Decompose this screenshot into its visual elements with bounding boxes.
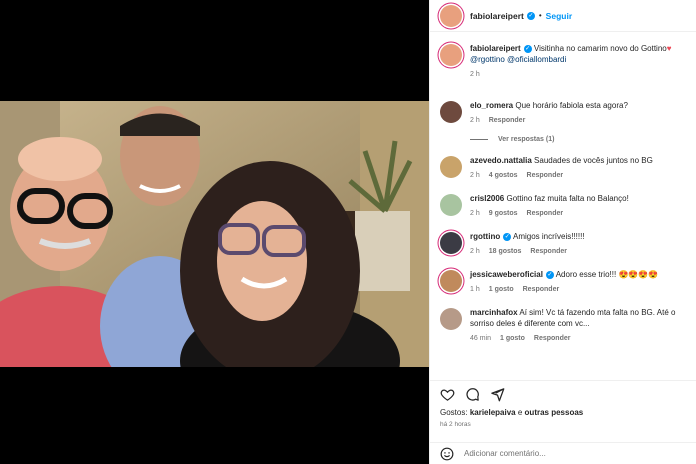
emoji-icon[interactable] bbox=[440, 447, 454, 461]
comment-likes[interactable]: 4 gostos bbox=[489, 170, 518, 181]
comment-input[interactable] bbox=[464, 449, 696, 458]
comment-item: elo_romera Que horário fabiola esta agor… bbox=[430, 80, 696, 126]
media-area bbox=[0, 0, 429, 464]
heart-icon[interactable] bbox=[440, 387, 455, 402]
verified-icon: ✓ bbox=[545, 270, 554, 279]
comment-username[interactable]: crisl2006 bbox=[470, 194, 504, 203]
view-replies-button[interactable]: Ver respostas (1) bbox=[470, 136, 696, 143]
caption-username[interactable]: fabiolareipert bbox=[470, 44, 521, 53]
reply-button[interactable]: Responder bbox=[489, 115, 526, 126]
comment-item: azevedo.nattalia Saudades de vocês junto… bbox=[430, 143, 696, 181]
heart-emoji: ♥ bbox=[666, 44, 672, 53]
comment-username[interactable]: azevedo.nattalia bbox=[470, 156, 532, 165]
view-replies-label[interactable]: Ver respostas (1) bbox=[498, 136, 554, 143]
comment-avatar[interactable] bbox=[440, 194, 462, 216]
separator-dot: • bbox=[538, 11, 542, 20]
comment-avatar[interactable] bbox=[440, 232, 462, 254]
comment-text: Que horário fabiola esta agora? bbox=[515, 101, 628, 110]
verified-icon: ✓ bbox=[526, 11, 535, 20]
post-actions bbox=[430, 380, 696, 402]
likes-others[interactable]: outras pessoas bbox=[525, 408, 584, 417]
comment-icon[interactable] bbox=[465, 387, 480, 402]
comment-likes[interactable]: 18 gostos bbox=[489, 246, 522, 257]
comment-time: 2 h bbox=[470, 117, 480, 124]
comment-avatar[interactable] bbox=[440, 308, 462, 330]
comment-item: crisl2006 Gottino faz muita falta no Bal… bbox=[430, 181, 696, 219]
comment-username[interactable]: marcinhafox bbox=[470, 308, 518, 317]
caption-mentions[interactable]: @rgottino @oficiallombardi bbox=[470, 55, 566, 64]
comment-username[interactable]: rgottino bbox=[470, 232, 500, 241]
reply-button[interactable]: Responder bbox=[534, 333, 571, 344]
comment-time: 46 min bbox=[470, 335, 492, 342]
follow-button[interactable]: Seguir bbox=[546, 11, 572, 21]
caption-text: Visitinha no camarim novo do Gottino bbox=[533, 44, 667, 53]
share-icon[interactable] bbox=[490, 387, 505, 402]
comment-avatar[interactable] bbox=[440, 270, 462, 292]
verified-icon: ✓ bbox=[523, 44, 532, 53]
comments-list[interactable]: fabiolareipert ✓ Visitinha no camarim nov… bbox=[430, 33, 696, 373]
caption-time: 2 h bbox=[470, 71, 480, 78]
comment-text: Gottino faz muita falta no Balanço! bbox=[506, 194, 629, 203]
caption: fabiolareipert ✓ Visitinha no camarim nov… bbox=[430, 33, 696, 80]
comment-username[interactable]: jessicaweberoficial bbox=[470, 270, 543, 279]
post-header: fabiolareipert ✓ • Seguir bbox=[430, 0, 696, 32]
comment-time: 2 h bbox=[470, 248, 480, 255]
likes-conj: e bbox=[517, 408, 523, 417]
comment-avatar[interactable] bbox=[440, 101, 462, 123]
comment-text: Saudades de vocês juntos no BG bbox=[534, 156, 653, 165]
likes-prefix: Gostos: bbox=[440, 408, 468, 417]
comment-text: Amigos incríveis!!!!!! bbox=[513, 232, 585, 241]
author-avatar[interactable] bbox=[440, 4, 462, 27]
comment-time: 1 h bbox=[470, 286, 480, 293]
comment-likes[interactable]: 9 gostos bbox=[489, 208, 518, 219]
reply-button[interactable]: Responder bbox=[523, 284, 560, 295]
reply-button[interactable]: Responder bbox=[530, 246, 567, 257]
post-side-panel: fabiolareipert ✓ • Seguir fabiolareipert… bbox=[429, 0, 696, 464]
comment-item: rgottino ✓ Amigos incríveis!!!!!! 2 h 18 … bbox=[430, 219, 696, 257]
likes-user[interactable]: karielepaiva bbox=[470, 408, 516, 417]
comment-item: jessicaweberoficial ✓ Adoro esse trio!!! … bbox=[430, 257, 696, 295]
instagram-post-modal: fabiolareipert ✓ • Seguir fabiolareipert… bbox=[0, 0, 696, 464]
author-username[interactable]: fabiolareipert bbox=[470, 11, 524, 21]
comment-likes[interactable]: 1 gosto bbox=[489, 284, 514, 295]
reply-button[interactable]: Responder bbox=[527, 208, 564, 219]
comment-time: 2 h bbox=[470, 172, 480, 179]
comment-emoji: 😍😍😍😍 bbox=[618, 270, 659, 279]
comment-likes[interactable]: 1 gosto bbox=[500, 333, 525, 344]
posted-time[interactable]: há 2 horas bbox=[440, 421, 471, 428]
comment-item: marcinhafox Aí sim! Vc tá fazendo mta fa… bbox=[430, 295, 696, 344]
comment-avatar[interactable] bbox=[440, 156, 462, 178]
comment-username[interactable]: elo_romera bbox=[470, 101, 513, 110]
verified-icon: ✓ bbox=[503, 232, 512, 241]
comment-text: Adoro esse trio!!! bbox=[555, 270, 617, 279]
reply-button[interactable]: Responder bbox=[527, 170, 564, 181]
replies-line bbox=[470, 139, 488, 140]
add-comment-bar bbox=[430, 442, 696, 464]
comment-time: 2 h bbox=[470, 210, 480, 217]
selfie-image bbox=[0, 101, 429, 367]
caption-avatar[interactable] bbox=[440, 44, 462, 66]
likes-summary: Gostos: karielepaiva e outras pessoas bbox=[440, 408, 583, 417]
post-photo[interactable] bbox=[0, 101, 429, 367]
